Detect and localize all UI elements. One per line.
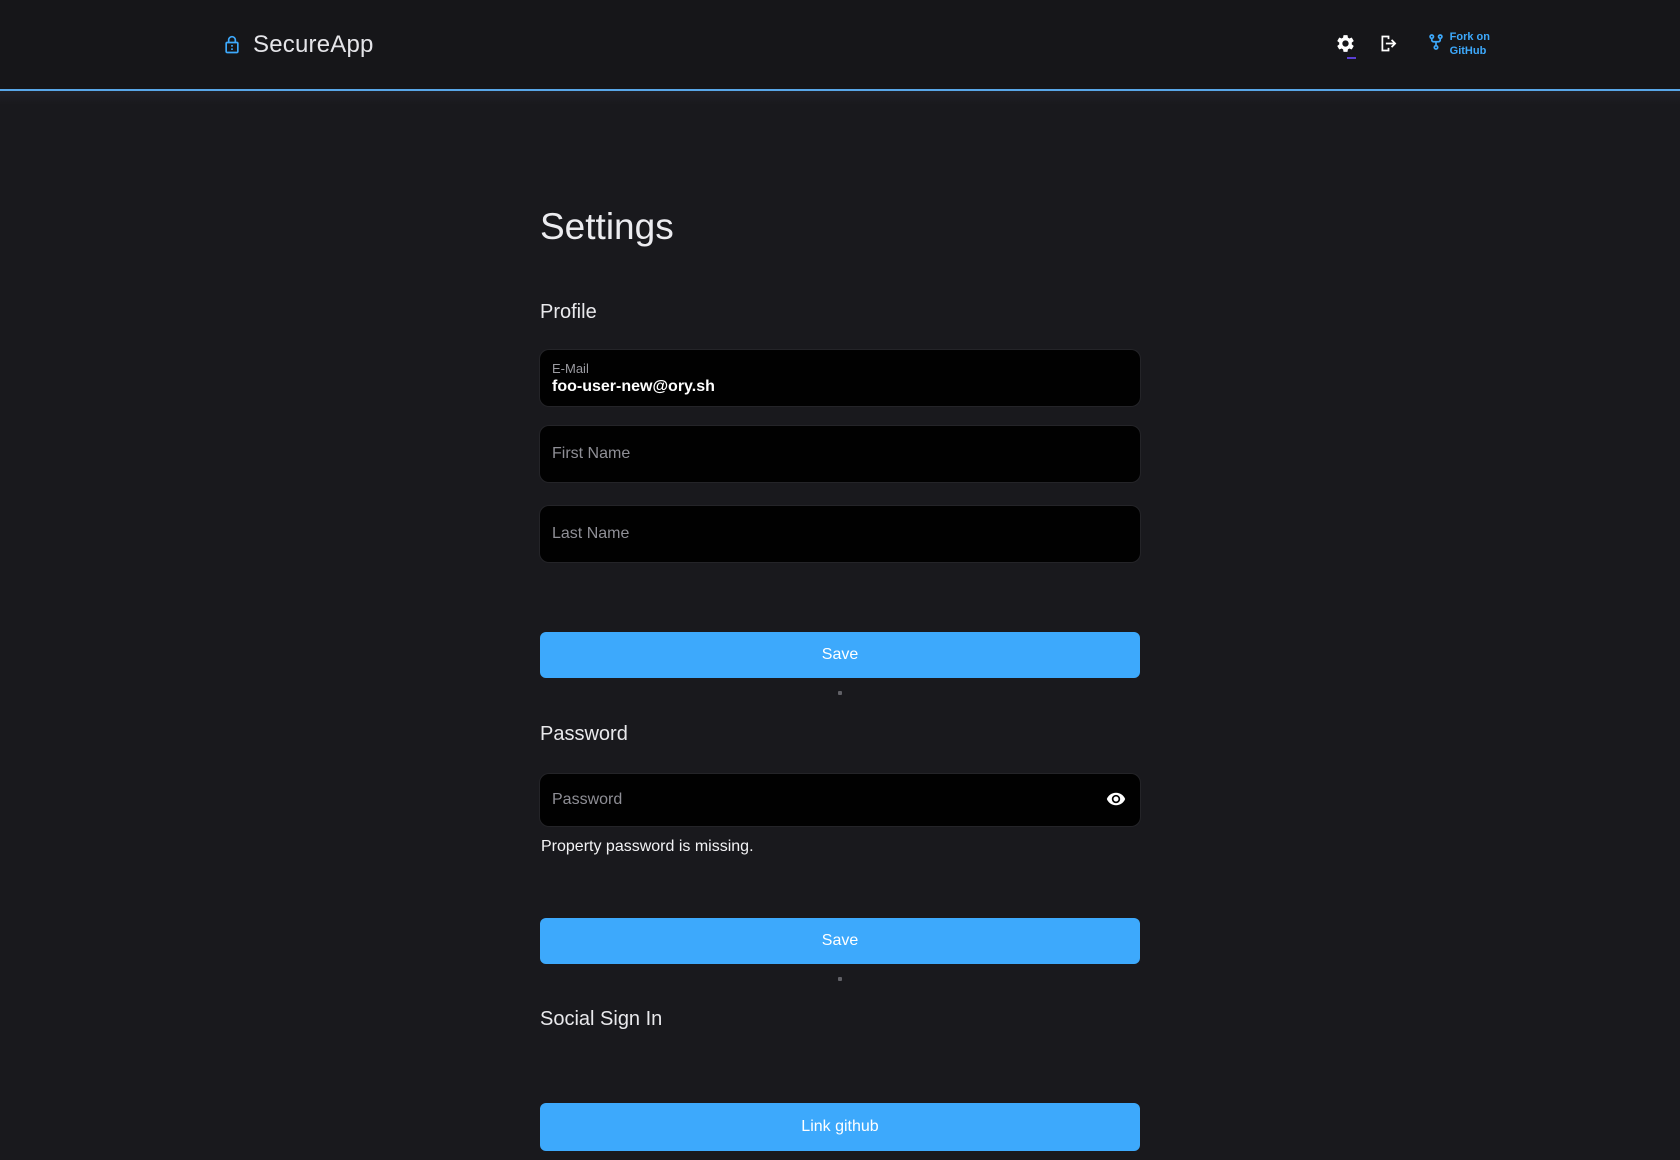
password-input[interactable]: [540, 774, 1140, 826]
email-field-label: E-Mail: [552, 362, 1128, 376]
logout-icon: [1378, 33, 1399, 57]
header-actions: Fork on GitHub: [1333, 31, 1490, 57]
lock-icon: [222, 34, 242, 56]
page-title: Settings: [540, 205, 1140, 249]
header-glow-strip: [0, 91, 1680, 105]
gear-icon: [1335, 33, 1356, 57]
password-field: [540, 774, 1140, 826]
settings-button[interactable]: [1333, 32, 1359, 58]
profile-section-heading: Profile: [540, 301, 1140, 324]
fork-on-github-link[interactable]: Fork on GitHub: [1427, 31, 1490, 57]
fork-link-label: Fork on GitHub: [1450, 31, 1490, 57]
settings-content: Settings Profile E-Mail Save Password Pr…: [540, 205, 1140, 1151]
save-profile-button[interactable]: Save: [540, 632, 1140, 678]
social-section-heading: Social Sign In: [540, 1008, 1140, 1031]
save-password-button[interactable]: Save: [540, 918, 1140, 964]
top-navigation-bar: SecureApp: [0, 0, 1680, 91]
divider-dot: [838, 977, 842, 981]
divider-dot: [838, 691, 842, 695]
password-section-heading: Password: [540, 723, 1140, 746]
link-github-button[interactable]: Link github: [540, 1103, 1140, 1151]
email-field[interactable]: E-Mail: [540, 350, 1140, 406]
last-name-input[interactable]: [540, 506, 1140, 562]
logout-button[interactable]: [1376, 32, 1402, 58]
password-error-message: Property password is missing.: [540, 838, 1140, 856]
app-title: SecureApp: [253, 31, 374, 59]
git-fork-icon: [1427, 33, 1445, 56]
settings-link-underline-accent: [1347, 57, 1356, 59]
eye-icon: [1106, 789, 1126, 812]
email-input[interactable]: [552, 378, 1128, 396]
toggle-password-visibility-button[interactable]: [1100, 784, 1132, 816]
app-logo: SecureApp: [222, 31, 374, 59]
first-name-input[interactable]: [540, 426, 1140, 482]
